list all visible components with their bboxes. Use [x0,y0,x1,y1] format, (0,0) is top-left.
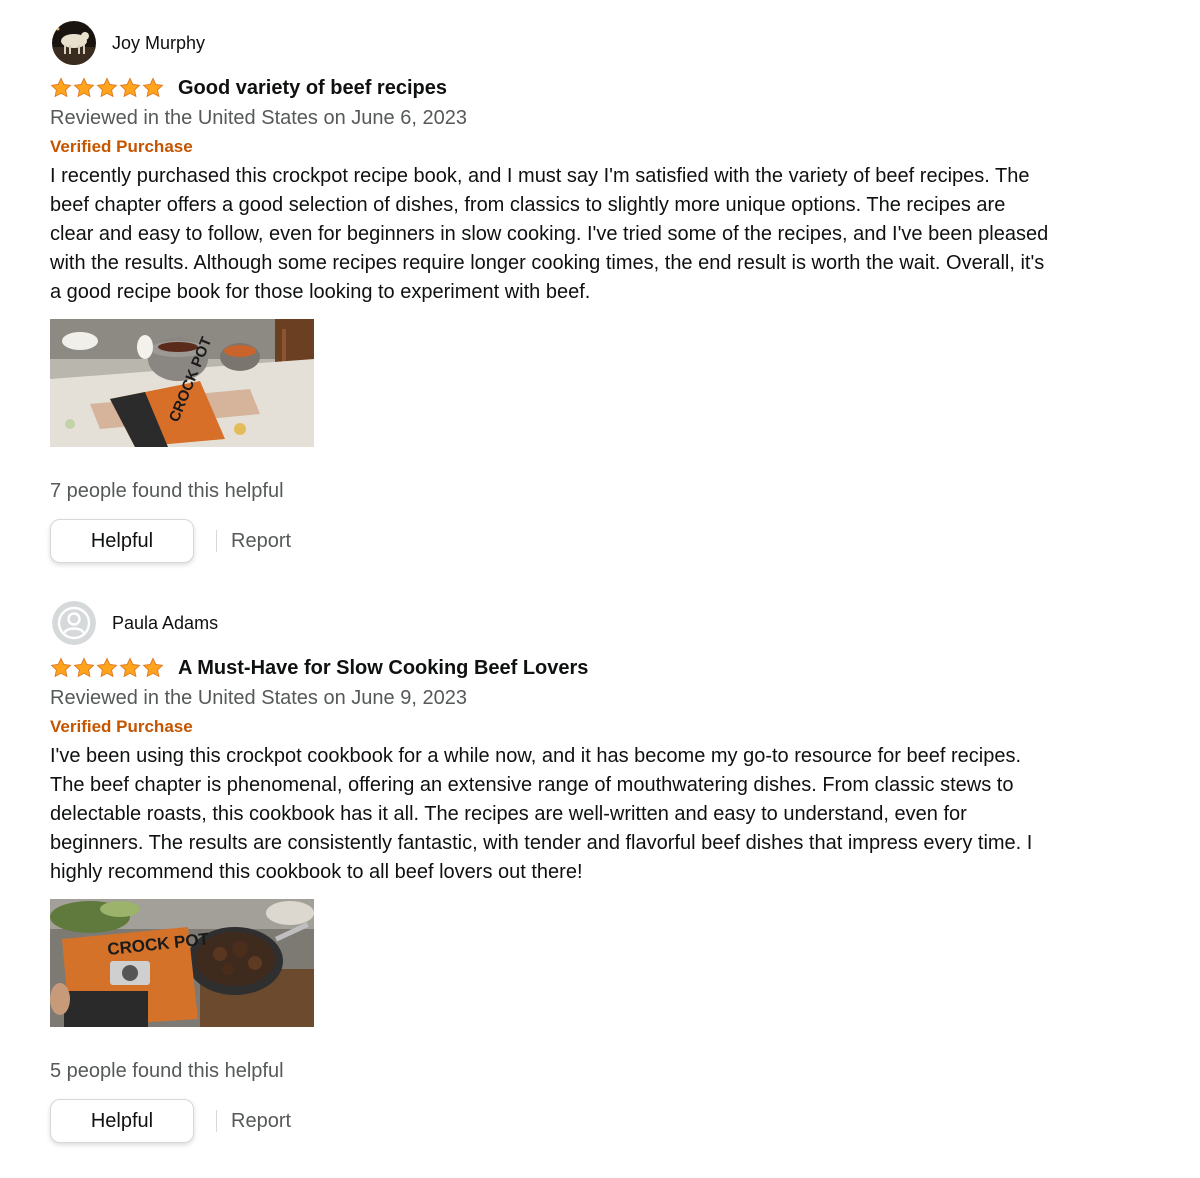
verified-purchase-badge[interactable]: Verified Purchase [50,716,1050,738]
star-icon [119,657,141,678]
review-card: Paula Adams A Must-Have for Slow Cooking… [50,600,1050,1143]
review-card: Joy Murphy Good variety of beef recipes … [50,20,1050,563]
review-body: I recently purchased this crockpot recip… [50,165,1049,303]
review-title-row: A Must-Have for Slow Cooking Beef Lovers [50,653,1050,683]
review-date: Reviewed in the United States on June 6,… [50,107,467,129]
star-icon [50,77,72,98]
reviewer-profile[interactable]: Paula Adams [52,600,1050,646]
star-icon [73,657,95,678]
divider [216,530,217,552]
reviewer-name[interactable]: Joy Murphy [112,33,205,54]
star-rating[interactable] [50,657,164,679]
custom-photo-avatar-icon[interactable] [52,21,96,65]
star-icon [142,77,164,98]
helpful-button[interactable]: Helpful [50,519,194,563]
review-date: Reviewed in the United States on June 9,… [50,687,467,709]
star-rating[interactable] [50,77,164,99]
star-icon [119,77,141,98]
star-icon [96,657,118,678]
helpful-count: 5 people found this helpful [50,1060,284,1082]
review-title[interactable]: A Must-Have for Slow Cooking Beef Lovers [178,657,588,680]
reviewer-name[interactable]: Paula Adams [112,613,218,634]
helpful-button[interactable]: Helpful [50,1099,194,1143]
review-body: I've been using this crockpot cookbook f… [50,745,1033,883]
star-icon [142,657,164,678]
review-actions: Helpful Report [50,519,1050,563]
report-link[interactable]: Report [231,1110,291,1133]
review-photo[interactable]: CROCK POT [50,319,314,447]
review-title-row: Good variety of beef recipes [50,73,1050,103]
verified-purchase-badge[interactable]: Verified Purchase [50,136,1050,158]
divider [216,1110,217,1132]
star-icon [96,77,118,98]
default-user-avatar-icon[interactable] [52,601,96,645]
reviewer-profile[interactable]: Joy Murphy [52,20,1050,66]
review-photo[interactable]: CROCK POT [50,899,314,1027]
helpful-count: 7 people found this helpful [50,480,284,502]
star-icon [50,657,72,678]
review-actions: Helpful Report [50,1099,1050,1143]
review-title[interactable]: Good variety of beef recipes [178,77,447,100]
star-icon [73,77,95,98]
report-link[interactable]: Report [231,530,291,553]
